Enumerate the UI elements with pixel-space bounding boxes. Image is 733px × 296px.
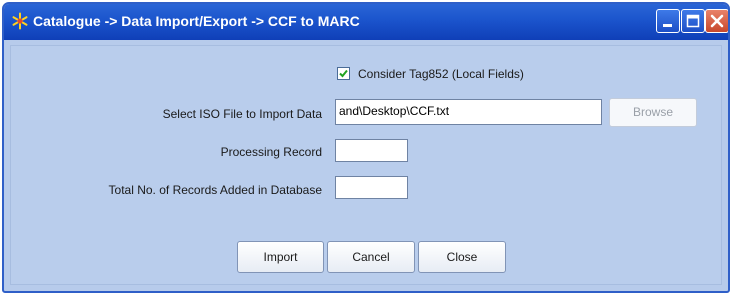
title-bar[interactable]: Catalogue -> Data Import/Export -> CCF t…: [4, 4, 728, 40]
iso-file-input[interactable]: and\Desktop\CCF.txt: [335, 99, 602, 125]
close-icon: [710, 14, 724, 28]
import-button[interactable]: Import: [237, 241, 324, 273]
consider-tag852-label: Consider Tag852 (Local Fields): [358, 67, 524, 81]
close-button[interactable]: Close: [418, 241, 506, 273]
total-records-label: Total No. of Records Added in Database: [108, 183, 322, 197]
dialog-window: Catalogue -> Data Import/Export -> CCF t…: [2, 2, 730, 293]
consider-tag852-checkbox[interactable]: [337, 67, 350, 80]
maximize-icon: [686, 14, 700, 28]
checkmark-icon: [339, 69, 348, 78]
window-title: Catalogue -> Data Import/Export -> CCF t…: [33, 13, 360, 29]
processing-record-field: [335, 139, 408, 162]
total-records-field: [335, 176, 408, 199]
close-window-button[interactable]: [705, 9, 728, 33]
iso-file-label: Select ISO File to Import Data: [162, 107, 322, 121]
minimize-button[interactable]: [656, 9, 680, 33]
browse-button[interactable]: Browse: [609, 98, 697, 127]
cancel-button[interactable]: Cancel: [327, 241, 415, 273]
processing-record-label: Processing Record: [220, 145, 322, 159]
maximize-button[interactable]: [681, 9, 705, 33]
snowflake-icon: [11, 12, 29, 30]
minimize-icon: [663, 24, 672, 27]
